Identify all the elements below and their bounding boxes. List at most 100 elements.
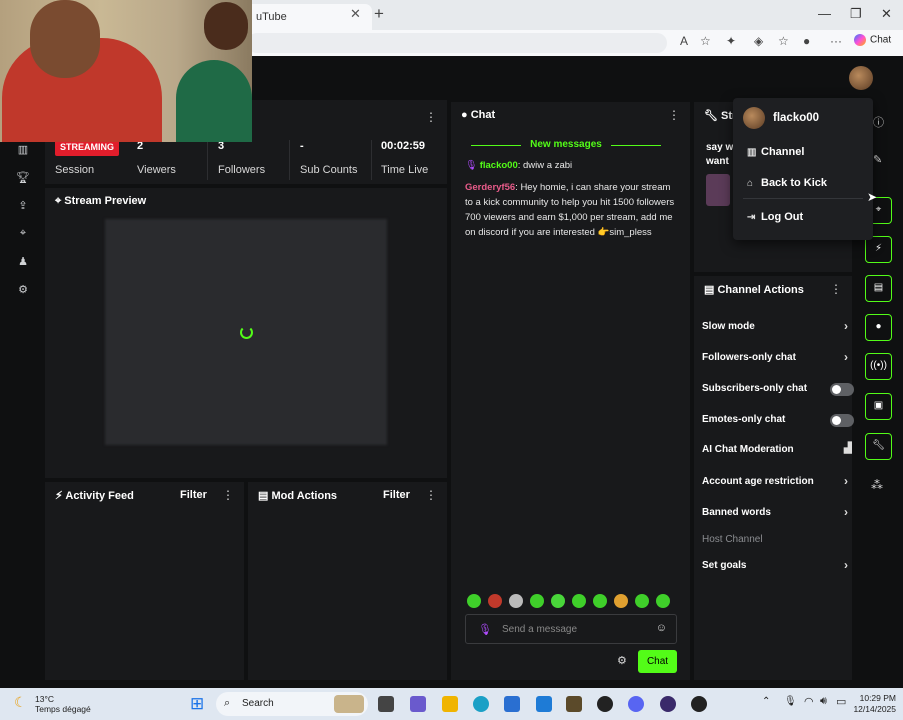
emote-icon[interactable] [593, 594, 607, 608]
obs-icon[interactable] [660, 696, 676, 712]
stream-preview-header: ⌖ Stream Preview [45, 188, 447, 214]
mod-menu-icon[interactable]: ⋮ [425, 488, 437, 502]
emoji-icon[interactable]: ☺ [656, 622, 667, 634]
read-aloud-icon[interactable]: A [680, 34, 688, 48]
app-icon[interactable] [691, 696, 707, 712]
divider [289, 140, 290, 180]
account-age-row[interactable]: Account age restriction › [702, 474, 850, 488]
close-window-icon[interactable]: ✕ [881, 6, 892, 22]
scan-icon[interactable]: ⌖ [16, 227, 30, 241]
emote-icon[interactable] [614, 594, 628, 608]
users-icon[interactable]: ♟ [16, 255, 30, 269]
followers-label: Followers [218, 164, 266, 176]
mic-icon[interactable]: 🎙︎ [478, 623, 492, 636]
emotes-only-toggle[interactable] [830, 414, 854, 427]
document-icon[interactable]: ▤ [865, 275, 892, 302]
chat-input[interactable]: 🎙︎ Send a message ☺ [465, 614, 677, 644]
edge-icon[interactable] [473, 696, 489, 712]
user-avatar[interactable] [849, 66, 873, 90]
chart-icon[interactable]: ▥ [16, 143, 30, 157]
gear-icon[interactable]: ⚙ [16, 283, 30, 297]
menu-item-back-to-kick[interactable]: ⌂ Back to Kick [747, 177, 827, 189]
chat-bubble-icon[interactable]: ● [865, 314, 892, 341]
wifi-icon[interactable]: ◠ [804, 695, 814, 708]
emote-icon[interactable] [635, 594, 649, 608]
menu-item-channel[interactable]: ▥ Channel [747, 146, 804, 158]
pencil-icon[interactable]: ✎ [873, 153, 882, 166]
restore-icon[interactable]: ❐ [850, 6, 862, 22]
emotes-only-row: Emotes-only chat [702, 414, 854, 427]
wrench-icon[interactable]: 🔧︎ [865, 433, 892, 460]
followers-only-row[interactable]: Followers-only chat › [702, 350, 850, 364]
activity-filter-button[interactable]: Filter [180, 489, 207, 501]
taskbar-search[interactable]: ⌕ Search [216, 692, 368, 716]
divider [207, 140, 208, 180]
windows-start-icon[interactable]: ⊞ [190, 694, 204, 714]
home-icon: ⌂ [747, 178, 754, 189]
new-tab-button[interactable]: + [374, 4, 384, 24]
chat-menu-icon[interactable]: ⋮ [668, 108, 680, 122]
slow-mode-row[interactable]: Slow mode › [702, 319, 850, 333]
task-view-icon[interactable] [378, 696, 394, 712]
chat-username[interactable]: Gerderyf56 [465, 182, 515, 193]
emote-icon[interactable] [551, 594, 565, 608]
chat-panel: ● Chat ⋮ New messages 🎙︎ flacko00: dwiw … [451, 102, 690, 680]
channel-actions-menu-icon[interactable]: ⋮ [830, 282, 842, 296]
shield-icon[interactable]: ◈ [754, 34, 763, 48]
emote-icon[interactable] [467, 594, 481, 608]
profile-icon[interactable]: ● [803, 34, 810, 48]
discord-icon[interactable] [628, 696, 644, 712]
emote-icon[interactable] [530, 594, 544, 608]
upload-icon[interactable]: ⇪ [16, 199, 30, 213]
layout-icon[interactable]: ▣ [865, 393, 892, 420]
copilot-icon [854, 34, 866, 46]
favorite-icon[interactable]: ☆ [700, 34, 711, 48]
subscribers-only-toggle[interactable] [830, 383, 854, 396]
mod-filter-button[interactable]: Filter [383, 489, 410, 501]
chat-title: Chat [470, 109, 496, 121]
app-icon[interactable] [566, 696, 582, 712]
minimize-icon[interactable]: — [818, 6, 831, 21]
weather-widget[interactable]: 13°C Temps dégagé [35, 694, 91, 714]
chat-bubble-icon: ● [461, 109, 471, 121]
microphone-icon[interactable]: 🎙︎ [784, 696, 797, 707]
apps-icon[interactable]: ⁂ [871, 478, 883, 492]
ai-moderation-row[interactable]: AI Chat Moderation ▟ [702, 443, 852, 455]
scan-icon: ⌖ [55, 195, 65, 207]
activity-menu-icon[interactable]: ⋮ [222, 488, 234, 502]
more-icon[interactable]: ··· [830, 34, 842, 48]
trophy-icon[interactable]: 🏆︎ [16, 171, 30, 185]
file-explorer-icon[interactable] [442, 696, 458, 712]
info-icon[interactable]: ⓘ [873, 114, 884, 130]
mail-icon[interactable] [536, 696, 552, 712]
bolt-icon: ⚡︎ [55, 490, 66, 502]
weather-icon[interactable]: ☾ [14, 694, 27, 711]
bolt-icon[interactable]: ⚡︎ [865, 236, 892, 263]
emote-icon[interactable] [656, 594, 670, 608]
store-icon[interactable] [504, 696, 520, 712]
menu-item-log-out[interactable]: ⇥ Log Out [747, 211, 803, 223]
emote-icon[interactable] [509, 594, 523, 608]
chevron-up-icon[interactable]: ⌃ [762, 696, 770, 707]
battery-icon[interactable]: ▭ [836, 695, 846, 708]
collections-icon[interactable]: ☆ [778, 34, 789, 48]
emote-icon[interactable] [488, 594, 502, 608]
volume-icon[interactable]: 🔊︎ [820, 695, 827, 708]
emote-icon[interactable] [572, 594, 586, 608]
app-icon[interactable] [597, 696, 613, 712]
chat-send-button[interactable]: Chat [638, 650, 677, 673]
tab-close-icon[interactable]: ✕ [350, 6, 361, 22]
dashboard-page: ▥ 🏆︎ ⇪ ⌖ ♟ ⚙ ⋮ STREAMING Session 2 Viewe… [3, 56, 900, 684]
menu-item-label: Channel [761, 146, 805, 158]
banned-words-row[interactable]: Banned words › [702, 505, 850, 519]
broadcast-icon[interactable]: ((•)) [865, 353, 892, 380]
copilot-button[interactable]: Chat [854, 34, 891, 46]
url-field[interactable] [247, 33, 667, 53]
chat-username[interactable]: flacko00 [480, 160, 518, 171]
app-icon[interactable] [410, 696, 426, 712]
stats-menu-icon[interactable]: ⋮ [425, 110, 437, 124]
set-goals-row[interactable]: Set goals › [702, 558, 850, 572]
system-clock[interactable]: 10:29 PM 12/14/2025 [850, 693, 896, 715]
extension-icon[interactable]: ✦ [726, 34, 736, 48]
chat-settings-icon[interactable]: ⚙ [617, 654, 627, 667]
